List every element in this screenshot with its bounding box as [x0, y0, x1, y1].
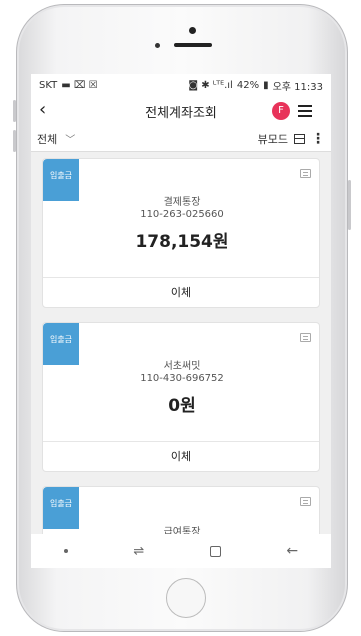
system-navigation-bar: ⇌ ←: [31, 534, 331, 568]
power-button: [348, 180, 351, 230]
home-icon[interactable]: [209, 545, 221, 557]
physical-home-button[interactable]: [166, 578, 206, 618]
page-title: 전체계좌조회: [145, 105, 217, 121]
account-number: 110-263-025660: [140, 209, 224, 220]
account-filter-dropdown[interactable]: 전체 ﹀: [37, 131, 75, 147]
status-bar: SKT ▬ ⌧ ☒ ◙ ✱ ᴸᵀᴱ.ıl 42% ▮ 오후 11:33: [31, 74, 331, 96]
account-balance: 178,154원: [135, 232, 229, 252]
back-button[interactable]: ‹: [39, 100, 46, 120]
carrier-label: SKT: [39, 79, 58, 91]
filter-bar: 전체 ﹀ 뷰모드 ⋮: [31, 126, 331, 152]
account-name: 급여통장: [163, 527, 201, 534]
nav-bar: ‹ 전체계좌조회 F: [31, 96, 331, 126]
recent-apps-icon[interactable]: ⇌: [133, 544, 144, 559]
view-mode-label[interactable]: 뷰모드: [258, 131, 288, 147]
memo-icon[interactable]: [300, 169, 311, 178]
account-card[interactable]: 입출금 서초써밋 110-430-696752 0원 이체: [42, 322, 320, 472]
signal-icons: ◙ ✱ ᴸᵀᴱ.ıl: [188, 79, 233, 91]
volume-button: [13, 130, 16, 152]
app-screen: SKT ▬ ⌧ ☒ ◙ ✱ ᴸᵀᴱ.ıl 42% ▮ 오후 11:33 ‹ 전체…: [31, 74, 331, 568]
memo-icon[interactable]: [300, 497, 311, 506]
account-name: 결제통장: [163, 197, 201, 208]
transfer-button[interactable]: 이체: [43, 277, 319, 307]
filter-label: 전체: [37, 132, 58, 146]
account-card[interactable]: 입출금 결제통장 110-263-025660 178,154원 이체: [42, 158, 320, 308]
transfer-button[interactable]: 이체: [43, 441, 319, 471]
clock: 오후 11:33: [272, 81, 323, 93]
memo-icon[interactable]: [300, 333, 311, 342]
volume-button: [13, 100, 16, 122]
more-options-icon[interactable]: ⋮: [311, 131, 325, 147]
dot-icon[interactable]: [63, 549, 68, 553]
chevron-down-icon: ﹀: [65, 135, 76, 146]
earpiece-speaker: [174, 43, 212, 47]
view-mode-icon[interactable]: [294, 133, 305, 144]
battery-icon: ▮: [263, 79, 269, 91]
account-list: 입출금 결제통장 110-263-025660 178,154원 이체 입출금 …: [31, 152, 331, 534]
system-back-icon[interactable]: ←: [286, 543, 298, 559]
account-name: 서초써밋: [163, 361, 201, 372]
account-card[interactable]: 입출금 급여통장: [42, 486, 320, 534]
battery-level: 42%: [236, 79, 260, 91]
front-camera: [155, 43, 160, 48]
hamburger-menu-icon[interactable]: [298, 105, 312, 117]
profile-badge[interactable]: F: [272, 102, 290, 120]
sensor-dot: [189, 27, 196, 34]
account-balance: 0원: [168, 396, 196, 416]
account-number: 110-430-696752: [140, 373, 224, 384]
notification-icons: ▬ ⌧ ☒: [61, 79, 98, 91]
